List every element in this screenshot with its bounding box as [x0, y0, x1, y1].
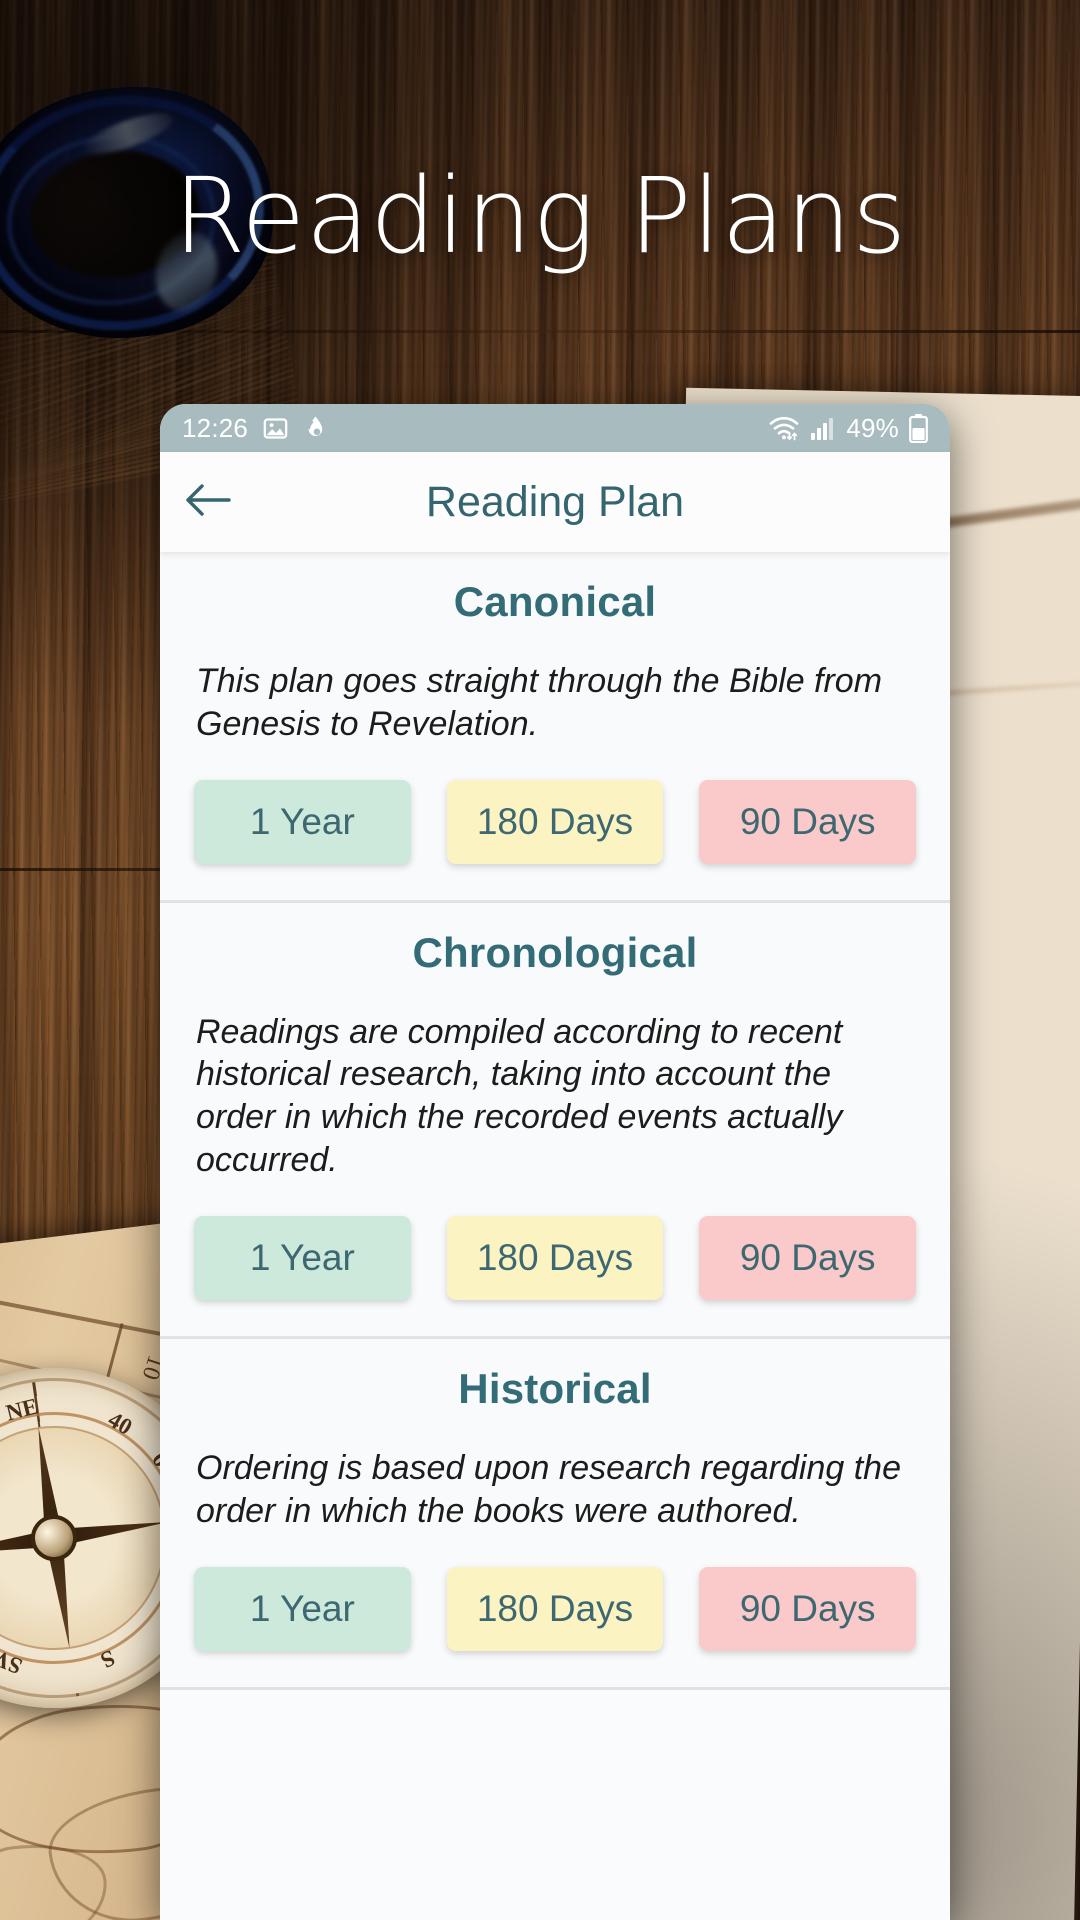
status-bar: 12:26 49%	[160, 404, 950, 452]
option-180-days[interactable]: 180 Days	[446, 779, 664, 864]
battery-icon	[909, 413, 928, 443]
option-180-days[interactable]: 180 Days	[446, 1566, 664, 1651]
page-title: Reading Plans	[173, 155, 907, 277]
water-drop-icon	[303, 415, 328, 442]
plan-duration-options: 1 Year 180 Days 90 Days	[194, 779, 917, 864]
plan-title: Canonical	[453, 578, 657, 625]
option-1-year[interactable]: 1 Year	[194, 779, 411, 864]
plan-card-historical: Historical Ordering is based upon resear…	[160, 1338, 950, 1690]
list-empty-area	[160, 1689, 950, 1920]
phone-screenshot: 12:26 49% Reading Plan Canonical This pl…	[160, 404, 950, 1920]
option-90-days[interactable]: 90 Days	[699, 1215, 917, 1300]
option-1-year[interactable]: 1 Year	[194, 1215, 411, 1300]
plan-duration-options: 1 Year 180 Days 90 Days	[194, 1215, 917, 1300]
plan-description: Ordering is based upon research regardin…	[196, 1448, 901, 1530]
app-bar: Reading Plan	[160, 452, 950, 552]
battery-percent: 49%	[846, 412, 899, 443]
plan-title: Historical	[458, 1364, 652, 1412]
back-button[interactable]	[160, 481, 256, 524]
option-180-days[interactable]: 180 Days	[446, 1215, 664, 1300]
plan-description: This plan goes straight through the Bibl…	[196, 662, 883, 743]
plan-card-chronological: Chronological Readings are compiled acco…	[160, 902, 950, 1339]
reading-plan-list[interactable]: Canonical This plan goes straight throug…	[160, 552, 950, 1920]
app-bar-title: Reading Plan	[425, 477, 685, 526]
back-arrow-icon	[184, 481, 232, 524]
wifi-icon	[768, 415, 800, 442]
option-90-days[interactable]: 90 Days	[699, 1566, 917, 1651]
gallery-icon	[262, 415, 289, 442]
option-1-year[interactable]: 1 Year	[194, 1566, 411, 1651]
plan-card-canonical: Canonical This plan goes straight throug…	[160, 552, 950, 903]
plan-description: Readings are compiled according to recen…	[196, 1012, 843, 1180]
plan-title: Chronological	[412, 928, 698, 976]
plan-duration-options: 1 Year 180 Days 90 Days	[194, 1566, 917, 1651]
option-90-days[interactable]: 90 Days	[699, 779, 917, 864]
status-clock: 12:26	[182, 412, 249, 443]
cellular-signal-icon	[810, 416, 836, 441]
